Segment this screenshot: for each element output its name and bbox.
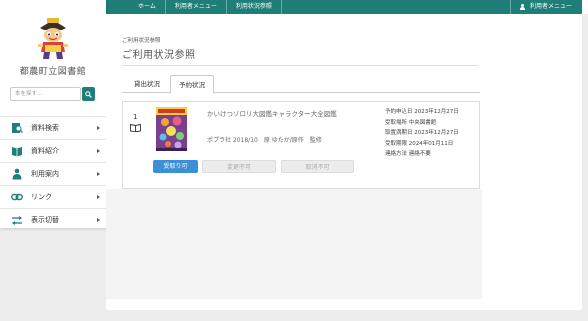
nav-usage-status[interactable]: 利用状況参照	[227, 0, 282, 14]
user-icon	[519, 3, 526, 11]
book-open-icon	[11, 145, 23, 157]
pickup-deadline: 受取期限 2024年01月11日	[385, 140, 454, 147]
sidebar-item-material-search[interactable]: 資料検索	[0, 116, 106, 139]
sidebar-item-label: 資料検索	[31, 124, 59, 132]
book-cover-image[interactable]	[156, 107, 187, 151]
chevron-right-icon	[97, 172, 100, 176]
nav-home[interactable]: ホーム	[106, 0, 166, 14]
search-button[interactable]	[82, 87, 95, 101]
book-publisher: ポプラ社 2018/10 原 ゆたか/原作 監修	[207, 137, 322, 144]
cancel-disabled-button: 取消不可	[281, 160, 354, 173]
breadcrumb: ご利用状況参照	[122, 38, 161, 44]
chevron-right-icon	[97, 126, 100, 130]
sidebar-item-label: 利用案内	[31, 170, 59, 178]
sidebar-item-label: リンク	[31, 193, 52, 201]
status-tabs: 貸出状況 予約状況	[122, 75, 480, 94]
user-menu-label: 利用者メニュー	[529, 3, 572, 10]
library-name: 都農町立図書館	[19, 67, 87, 77]
change-disabled-button: 変更不可	[202, 160, 276, 173]
search-input[interactable]	[10, 87, 81, 101]
switch-arrows-icon	[11, 214, 23, 226]
sidebar-menu: 資料検索 資料紹介 利用案内 リンク 表示切替	[0, 116, 106, 231]
sidebar-item-usage-guide[interactable]: 利用案内	[0, 162, 106, 185]
hold-expiry-date: 取置満期日 2023年12月27日	[385, 130, 459, 136]
reservation-list-item: 1 かいけつゾロリ大図鑑キャラクター大全図鑑 ポプラ社 2018/10 原 ゆた…	[122, 101, 480, 189]
chevron-right-icon	[97, 218, 100, 222]
reservation-details: 予約申込日 2023年12月27日 受取場所 中央図書館 取置満期日 2023年…	[385, 107, 477, 160]
title-divider	[122, 65, 478, 66]
search-book-icon	[11, 122, 23, 134]
page-title: ご利用状況参照	[122, 50, 196, 61]
ready-for-pickup-button[interactable]: 受取り可	[153, 160, 198, 173]
link-icon	[11, 191, 23, 203]
user-menu-button[interactable]: 利用者メニュー	[509, 0, 582, 14]
search-icon	[85, 90, 92, 98]
content-footer-area	[106, 189, 482, 299]
person-guide-icon	[11, 168, 23, 180]
book-title-link[interactable]: かいけつゾロリ大図鑑キャラクター大全図鑑	[207, 109, 377, 120]
pickup-location: 受取場所 中央図書館	[385, 119, 437, 126]
chevron-right-icon	[97, 195, 100, 199]
sidebar: 都農町立図書館 資料検索 資料紹介 利用案内	[0, 0, 106, 231]
sidebar-item-material-intro[interactable]: 資料紹介	[0, 139, 106, 162]
book-icon	[130, 124, 141, 132]
sidebar-item-label: 資料紹介	[31, 147, 59, 155]
tab-reservation-status[interactable]: 予約状況	[170, 75, 214, 94]
library-mascot-logo[interactable]	[36, 18, 70, 60]
top-navigation: ホーム 利用者メニュー 利用状況参照 利用者メニュー	[106, 0, 582, 14]
sidebar-item-label: 表示切替	[31, 215, 59, 224]
sidebar-item-links[interactable]: リンク	[0, 185, 106, 208]
reserve-date: 予約申込日 2023年12月27日	[385, 109, 459, 115]
contact-method: 連絡方法 連絡不要	[385, 151, 431, 157]
sidebar-item-display-switch[interactable]: 表示切替	[0, 208, 106, 231]
reservation-number: 1	[133, 113, 138, 121]
chevron-right-icon	[97, 149, 100, 153]
nav-user-menu[interactable]: 利用者メニュー	[166, 0, 227, 14]
tab-loan-status[interactable]: 貸出状況	[128, 75, 166, 93]
